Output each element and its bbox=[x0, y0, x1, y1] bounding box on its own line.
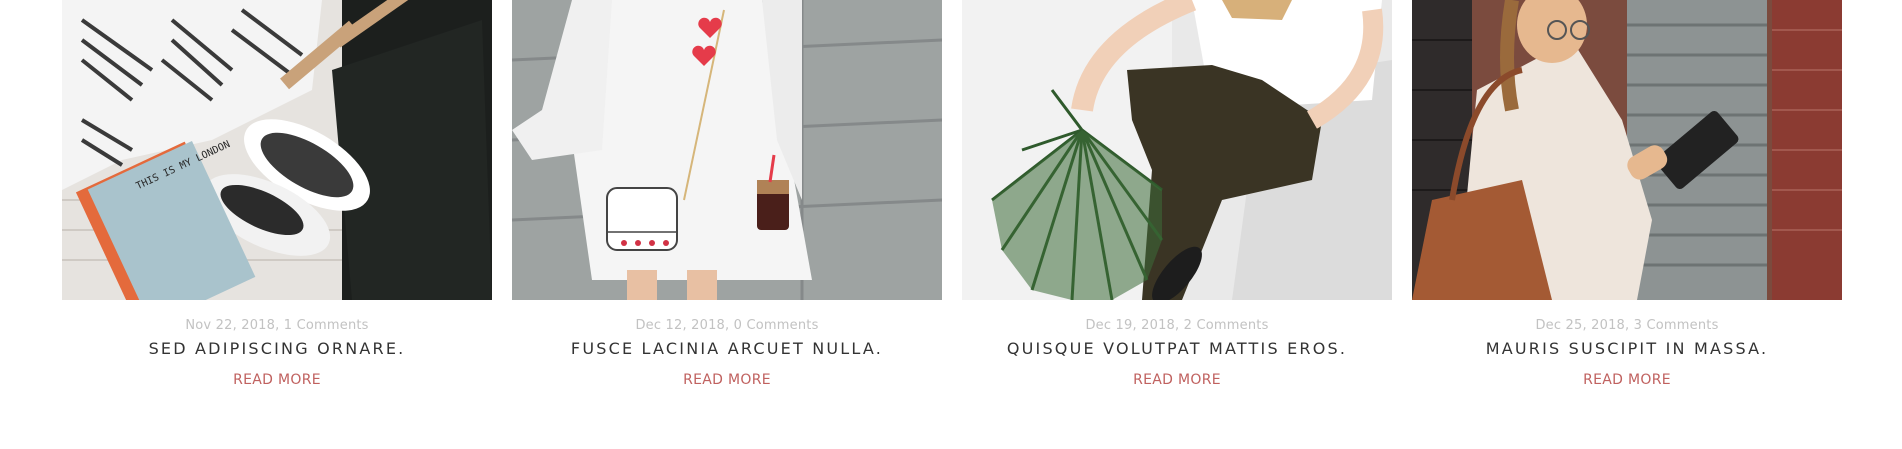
post-meta: Dec 25, 2018, 3 Comments bbox=[1535, 318, 1719, 333]
post-image-tablet-woman[interactable] bbox=[1412, 0, 1842, 300]
post-image bbox=[512, 0, 942, 300]
read-more-link[interactable]: READ MORE bbox=[1583, 372, 1671, 388]
post-meta: Dec 19, 2018, 2 Comments bbox=[1085, 318, 1269, 333]
read-more-link[interactable]: READ MORE bbox=[1133, 372, 1221, 388]
post-image: THIS IS MY LONDON bbox=[62, 0, 492, 300]
post-image bbox=[962, 0, 1392, 300]
post-title[interactable]: Fusce lacinia arcuet nulla. bbox=[571, 339, 883, 358]
post-title[interactable]: Sed adipiscing ornare. bbox=[149, 339, 406, 358]
blog-post-grid: THIS IS MY LONDON Nov 22, 2018, 1 Commen… bbox=[62, 0, 1842, 388]
post-image-flatlay[interactable]: THIS IS MY LONDON bbox=[62, 0, 492, 300]
blog-post-card: THIS IS MY LONDON Nov 22, 2018, 1 Commen… bbox=[62, 0, 492, 388]
post-image-palm-leaf[interactable] bbox=[962, 0, 1392, 300]
read-more-link[interactable]: READ MORE bbox=[683, 372, 771, 388]
blog-post-card: Dec 19, 2018, 2 Comments Quisque volutpa… bbox=[962, 0, 1392, 388]
post-image bbox=[1412, 0, 1842, 300]
post-title[interactable]: Quisque volutpat mattis eros. bbox=[1007, 339, 1347, 358]
post-title[interactable]: Mauris suscipit in massa. bbox=[1486, 339, 1769, 358]
read-more-link[interactable]: READ MORE bbox=[233, 372, 321, 388]
blog-post-card: Dec 12, 2018, 0 Comments Fusce lacinia a… bbox=[512, 0, 942, 388]
blog-post-card: Dec 25, 2018, 3 Comments Mauris suscipit… bbox=[1412, 0, 1842, 388]
post-meta: Dec 12, 2018, 0 Comments bbox=[635, 318, 819, 333]
post-meta: Nov 22, 2018, 1 Comments bbox=[185, 318, 369, 333]
post-image-white-dress[interactable] bbox=[512, 0, 942, 300]
